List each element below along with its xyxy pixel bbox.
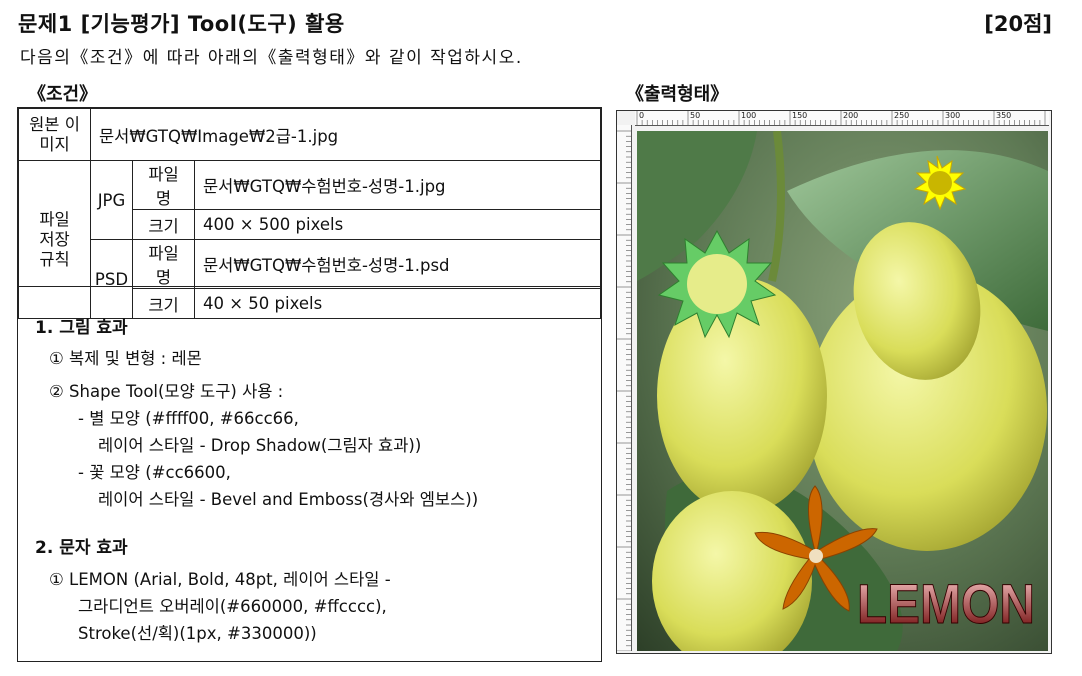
condition-line: - 별 모양 (#ffff00, #66cc66, (78, 409, 299, 428)
section-image-effects: 1. 그림 효과 (35, 318, 128, 338)
file-spec-table: 원본 이미지 문서₩GTQ₩Image₩2급-1.jpg 파일 저장 규칙 JP… (18, 108, 601, 319)
condition-line: ① 복제 및 변형 : 레몬 (49, 349, 202, 368)
ruler-label: 50 (690, 111, 701, 120)
score-label: [20점] (984, 12, 1052, 36)
top-ruler: 0 50 100 150 200 250 300 350 (635, 111, 1049, 126)
condition-line: - 꽃 모양 (#cc6600, (78, 463, 231, 482)
jpg-size-label: 크기 (132, 209, 195, 240)
ruler-label: 200 (843, 111, 859, 120)
source-value: 문서₩GTQ₩Image₩2급-1.jpg (90, 108, 601, 161)
section-text-effects: 2. 문자 효과 (35, 538, 128, 558)
lemon-text: LEMON (857, 572, 1035, 635)
ruler-label: 350 (996, 111, 1012, 120)
psd-name-label: 파일명 (132, 239, 195, 289)
green-star-hole (687, 254, 747, 314)
condition-line: 그라디언트 오버레이(#660000, #ffcccc), (78, 597, 387, 616)
psd-name-value: 문서₩GTQ₩수험번호-성명-1.psd (194, 239, 601, 289)
output-canvas: LEMON (637, 131, 1048, 651)
jpg-name-value: 문서₩GTQ₩수험번호-성명-1.jpg (194, 160, 601, 210)
left-ruler (617, 125, 632, 651)
psd-type: PSD (90, 239, 133, 319)
problem-title: 문제1 [기능평가] Tool(도구) 활용 (18, 12, 345, 36)
instruction-text: 다음의《조건》에 따라 아래의《출력형태》와 같이 작업하시오. (20, 48, 523, 68)
ruler-label: 300 (945, 111, 961, 120)
save-rules-label: 파일 저장 규칙 (18, 160, 91, 319)
yellow-star-hole (928, 171, 952, 195)
jpg-type: JPG (90, 160, 133, 240)
ruler-label: 250 (894, 111, 910, 120)
jpg-name-label: 파일명 (132, 160, 195, 210)
output-heading: 《출력형태》 (626, 84, 729, 105)
psd-size-label: 크기 (132, 288, 195, 319)
psd-size-value: 40 × 50 pixels (194, 288, 601, 319)
conditions-box: 원본 이미지 문서₩GTQ₩Image₩2급-1.jpg 파일 저장 규칙 JP… (17, 107, 602, 662)
jpg-size-value: 400 × 500 pixels (194, 209, 601, 240)
ruler-label: 0 (639, 111, 645, 120)
ruler-label: 150 (792, 111, 808, 120)
flower-center (809, 549, 823, 563)
output-preview: 0 50 100 150 200 250 300 350 LEMON (616, 110, 1052, 654)
condition-line: 레이어 스타일 - Bevel and Emboss(경사와 엠보스)) (98, 490, 479, 509)
condition-line: 레이어 스타일 - Drop Shadow(그림자 효과)) (98, 436, 422, 455)
ruler-label: 100 (741, 111, 757, 120)
condition-line: Stroke(선/획)(1px, #330000)) (78, 624, 317, 643)
conditions-heading: 《조건》 (28, 84, 98, 105)
condition-line: ② Shape Tool(모양 도구) 사용 : (49, 382, 284, 401)
condition-line: ① LEMON (Arial, Bold, 48pt, 레이어 스타일 - (49, 570, 391, 589)
source-label: 원본 이미지 (18, 108, 91, 161)
conditions-list: 1. 그림 효과 ① 복제 및 변형 : 레몬 ② Shape Tool(모양 … (18, 286, 601, 643)
